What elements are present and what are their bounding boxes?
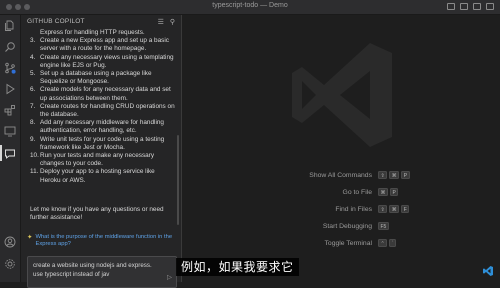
list-item: 8. Add any necessary middleware for handl…	[30, 119, 176, 135]
chat-input-value[interactable]: create a website using nodejs and expres…	[33, 261, 157, 279]
list-item: 5. Set up a database using a package like…	[30, 70, 176, 86]
shortcut-label[interactable]: Find in Files	[335, 206, 372, 213]
files-icon[interactable]	[4, 19, 16, 31]
panel-title: GITHUB COPILOT	[27, 18, 85, 25]
list-item-number: 8.	[30, 119, 36, 127]
shortcut-list: Show All Commands ⇧ ⌘ P Go to File ⌘ P Find in …	[282, 171, 482, 257]
list-item-text: Write unit tests for your code using a t…	[40, 135, 165, 151]
shortcut-label[interactable]: Start Debugging	[323, 223, 372, 230]
editor-area: Show All Commands ⇧ ⌘ P Go to File ⌘ P Find in …	[182, 15, 500, 282]
toggle-panel-icon[interactable]	[460, 3, 468, 10]
list-item: 7. Create routes for handling CRUD operat…	[30, 103, 176, 119]
toggle-sidebar-icon[interactable]	[447, 3, 455, 10]
list-item-number: 11.	[30, 168, 39, 176]
keycap: P	[401, 171, 410, 179]
keycap: `	[389, 239, 397, 247]
shortcut-keys: F5	[378, 222, 389, 230]
chat-input[interactable]: create a website using nodejs and expres…	[27, 256, 177, 288]
title-bar: typescript-todo — Demo	[0, 0, 500, 15]
list-item-text: Create routes for handling CRUD operatio…	[40, 102, 175, 119]
pin-icon[interactable]: ⚲	[170, 18, 175, 26]
shortcut-row[interactable]: Show All Commands ⇧ ⌘ P	[282, 171, 482, 189]
shortcut-keys: ⇧ ⌘ F	[378, 205, 410, 213]
list-item: Express for handling HTTP requests.	[30, 29, 176, 37]
window-title: typescript-todo — Demo	[212, 2, 288, 9]
list-item: 3. Create a new Express app and set up a …	[30, 37, 176, 53]
list-item-text: Add any necessary middleware for handlin…	[40, 119, 164, 135]
shortcut-keys: ⇧ ⌘ P	[378, 171, 410, 179]
account-icon[interactable]	[4, 235, 16, 248]
follow-up-suggestion[interactable]: ✦ What is the purpose of the middleware …	[27, 234, 175, 248]
copilot-chat-panel: GITHUB COPILOT ☰ ⚲ Express for handling …	[21, 15, 182, 288]
response-list: Express for handling HTTP requests. 3. Cre…	[30, 29, 176, 185]
list-item-number: 7.	[30, 102, 36, 110]
vscode-watermark-logo	[292, 43, 392, 147]
sparkle-icon: ✦	[27, 234, 33, 241]
shortcut-label[interactable]: Toggle Terminal	[325, 240, 372, 247]
list-item: 11. Deploy your app to a hosting service …	[30, 168, 176, 184]
chat-icon[interactable]	[4, 147, 16, 159]
send-icon[interactable]: ▷	[167, 273, 172, 281]
keycap: ⌘	[389, 171, 400, 179]
vscode-corner-icon	[483, 266, 493, 276]
list-item-number: 10.	[30, 152, 39, 160]
shortcut-row[interactable]: Toggle Terminal ⌃ `	[282, 239, 482, 257]
keycap: F5	[378, 222, 389, 230]
list-item: 9. Write unit tests for your code using a…	[30, 136, 176, 152]
clear-chat-icon[interactable]: ☰	[158, 18, 164, 26]
activity-bar	[0, 15, 21, 282]
keycap: ⌘	[378, 188, 388, 196]
customize-layout-icon[interactable]	[486, 3, 494, 10]
list-item-text: Run your tests and make any necessary ch…	[40, 152, 155, 168]
video-subtitle: 例如，如果我要求它	[176, 258, 299, 276]
keycap: F	[401, 205, 410, 213]
response-closing-text: Let me know if you have any questions or…	[30, 206, 164, 222]
active-indicator	[0, 145, 2, 161]
shortcut-keys: ⌘ P	[378, 188, 399, 196]
list-item: 10. Run your tests and make any necessary…	[30, 152, 176, 168]
sidebar-scrollbar[interactable]	[177, 135, 179, 225]
toggle-secondary-sidebar-icon[interactable]	[473, 3, 481, 10]
keycap: ⌃	[378, 239, 388, 247]
keycap: ⌘	[389, 205, 400, 213]
shortcut-label[interactable]: Show All Commands	[309, 172, 372, 179]
list-item-number: 9.	[30, 135, 36, 143]
list-item: 4. Create any necessary views using a tem…	[30, 54, 176, 70]
list-item-text: Create any necessary views using a templ…	[40, 53, 174, 69]
search-icon[interactable]	[4, 40, 16, 52]
run-debug-icon[interactable]	[4, 82, 16, 95]
list-item-text: Create models for any necessary data and…	[40, 86, 171, 102]
shortcut-row[interactable]: Go to File ⌘ P	[282, 188, 482, 206]
list-item: 6. Create models for any necessary data a…	[30, 86, 176, 102]
shortcut-keys: ⌃ `	[378, 239, 397, 247]
list-item-text: Deploy your app to a hosting service lik…	[40, 168, 155, 184]
keycap: ⇧	[378, 171, 388, 179]
list-item-number: 5.	[30, 70, 36, 78]
shortcut-row[interactable]: Start Debugging F5	[282, 222, 482, 240]
source-control-icon[interactable]	[4, 61, 16, 74]
list-item-text: Create a new Express app and set up a ba…	[40, 37, 169, 53]
suggestion-text: What is the purpose of the middleware fu…	[35, 234, 173, 248]
list-item-number	[30, 29, 40, 37]
shortcut-row[interactable]: Find in Files ⇧ ⌘ F	[282, 205, 482, 223]
list-item-number: 4.	[30, 53, 36, 61]
list-item-text: Express for handling HTTP requests.	[40, 29, 145, 36]
list-item-number: 3.	[30, 37, 36, 45]
extensions-icon[interactable]	[4, 103, 16, 116]
keycap: P	[390, 188, 399, 196]
list-item-number: 6.	[30, 86, 36, 94]
shortcut-label[interactable]: Go to File	[343, 189, 372, 196]
remote-explorer-icon[interactable]	[4, 124, 16, 137]
keycap: ⇧	[378, 205, 388, 213]
list-item-text: Set up a database using a package like S…	[40, 70, 152, 86]
settings-gear-icon[interactable]	[4, 257, 16, 269]
